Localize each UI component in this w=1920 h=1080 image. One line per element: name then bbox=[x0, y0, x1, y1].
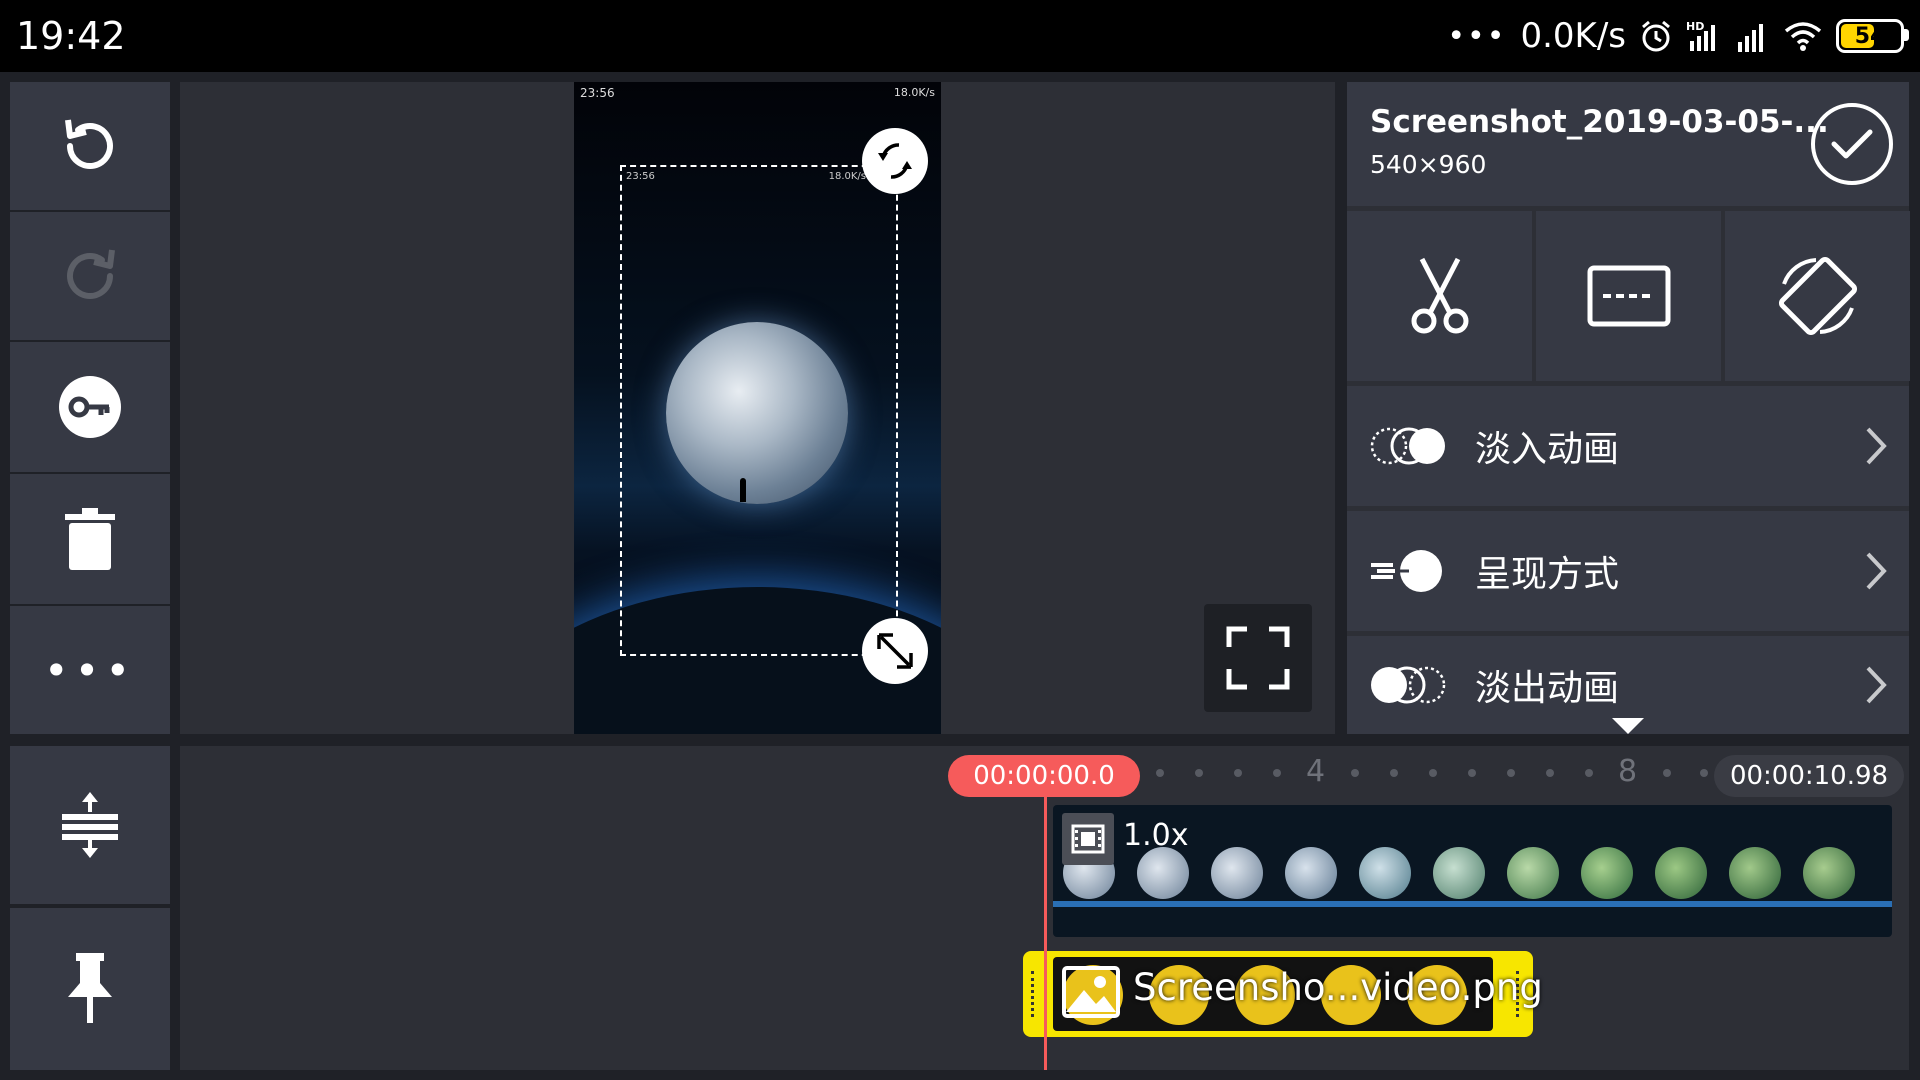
wifi-icon bbox=[1784, 22, 1822, 51]
chevron-right-icon bbox=[1866, 666, 1887, 704]
alarm-icon bbox=[1642, 20, 1670, 52]
ruler-label-4: 4 bbox=[1306, 754, 1326, 789]
video-clip-badge bbox=[1062, 813, 1114, 865]
video-speed: 1.0x bbox=[1123, 818, 1189, 853]
more-icon: ••• bbox=[43, 645, 137, 695]
image-clip-label: Screensho...video.png bbox=[1133, 966, 1543, 1009]
crop-button[interactable] bbox=[1536, 211, 1721, 381]
rotate-handle[interactable] bbox=[862, 128, 928, 194]
embedded-status-time: 23:56 bbox=[580, 86, 615, 100]
presentation-row[interactable]: 呈现方式 bbox=[1347, 511, 1909, 631]
fade-in-label: 淡入动画 bbox=[1475, 429, 1620, 470]
presentation-icon bbox=[1371, 550, 1442, 592]
pin-icon bbox=[68, 953, 112, 1023]
check-icon bbox=[1831, 129, 1873, 159]
svg-text:HD: HD bbox=[1686, 20, 1704, 33]
crop-box[interactable]: 23:56 18.0K/s bbox=[620, 165, 898, 656]
battery-level: 54 bbox=[1854, 23, 1886, 49]
network-speed: 0.0K/s bbox=[1520, 16, 1626, 56]
undo-icon bbox=[65, 119, 113, 169]
panel-pointer-icon bbox=[1612, 718, 1644, 734]
presentation-label: 呈现方式 bbox=[1475, 554, 1620, 595]
delete-icon bbox=[65, 508, 115, 570]
fade-in-row[interactable]: 淡入动画 bbox=[1347, 386, 1909, 506]
status-time: 19:42 bbox=[16, 14, 126, 58]
pin-button[interactable] bbox=[10, 908, 170, 1070]
resize-handle-icon bbox=[877, 633, 913, 669]
fullscreen-button[interactable] bbox=[1204, 604, 1312, 712]
rotate-handle-icon bbox=[878, 143, 912, 179]
track-strip bbox=[1053, 901, 1892, 907]
chevron-right-icon bbox=[1866, 427, 1887, 465]
hd-signal-icon: HD bbox=[1686, 20, 1715, 51]
fullscreen-icon bbox=[1226, 626, 1290, 690]
undo-button[interactable] bbox=[10, 82, 170, 210]
resize-handle[interactable] bbox=[862, 618, 928, 684]
ruler-label-8: 8 bbox=[1618, 754, 1638, 789]
embedded-status-speed: 18.0K/s bbox=[893, 86, 935, 99]
signal-icon bbox=[1738, 24, 1763, 52]
trim-button[interactable] bbox=[1347, 211, 1532, 381]
playhead[interactable] bbox=[1044, 797, 1047, 1070]
delete-button[interactable] bbox=[10, 474, 170, 604]
crop-icon bbox=[1587, 265, 1670, 327]
clip-resolution: 540×960 bbox=[1370, 150, 1487, 179]
more-button[interactable]: ••• bbox=[10, 606, 170, 734]
chevron-right-icon bbox=[1866, 552, 1887, 590]
fade-out-label: 淡出动画 bbox=[1475, 668, 1620, 709]
image-icon bbox=[1062, 966, 1120, 1018]
total-duration: 00:00:10.98 bbox=[1714, 755, 1904, 797]
clip-left-handle[interactable] bbox=[1031, 971, 1038, 1017]
trim-icon bbox=[1411, 257, 1468, 334]
redo-icon bbox=[67, 249, 115, 299]
status-bar: 19:42 ••• 0.0K/s HD 54 bbox=[0, 0, 1920, 72]
crop-status-speed: 18.0K/s bbox=[828, 171, 866, 182]
clip-title: Screenshot_2019-03-05-... bbox=[1370, 104, 1829, 140]
overflow-indicator: ••• bbox=[1447, 18, 1507, 54]
rotate-icon bbox=[1778, 256, 1857, 336]
crop-status-time: 23:56 bbox=[626, 171, 655, 182]
confirm-button[interactable] bbox=[1811, 103, 1893, 185]
status-right: ••• 0.0K/s HD 54 bbox=[1447, 10, 1909, 62]
battery-icon: 54 bbox=[1836, 19, 1909, 53]
current-time: 00:00:00.0 bbox=[948, 755, 1140, 797]
split-track-icon bbox=[62, 792, 118, 858]
fade-out-icon bbox=[1371, 666, 1446, 704]
film-icon bbox=[1071, 824, 1105, 854]
fade-in-icon bbox=[1370, 427, 1445, 465]
rotate-button[interactable] bbox=[1725, 211, 1910, 381]
keyframe-icon bbox=[59, 376, 121, 438]
keyframe-button[interactable] bbox=[10, 342, 170, 472]
redo-button[interactable] bbox=[10, 212, 170, 340]
split-track-button[interactable] bbox=[10, 746, 170, 904]
